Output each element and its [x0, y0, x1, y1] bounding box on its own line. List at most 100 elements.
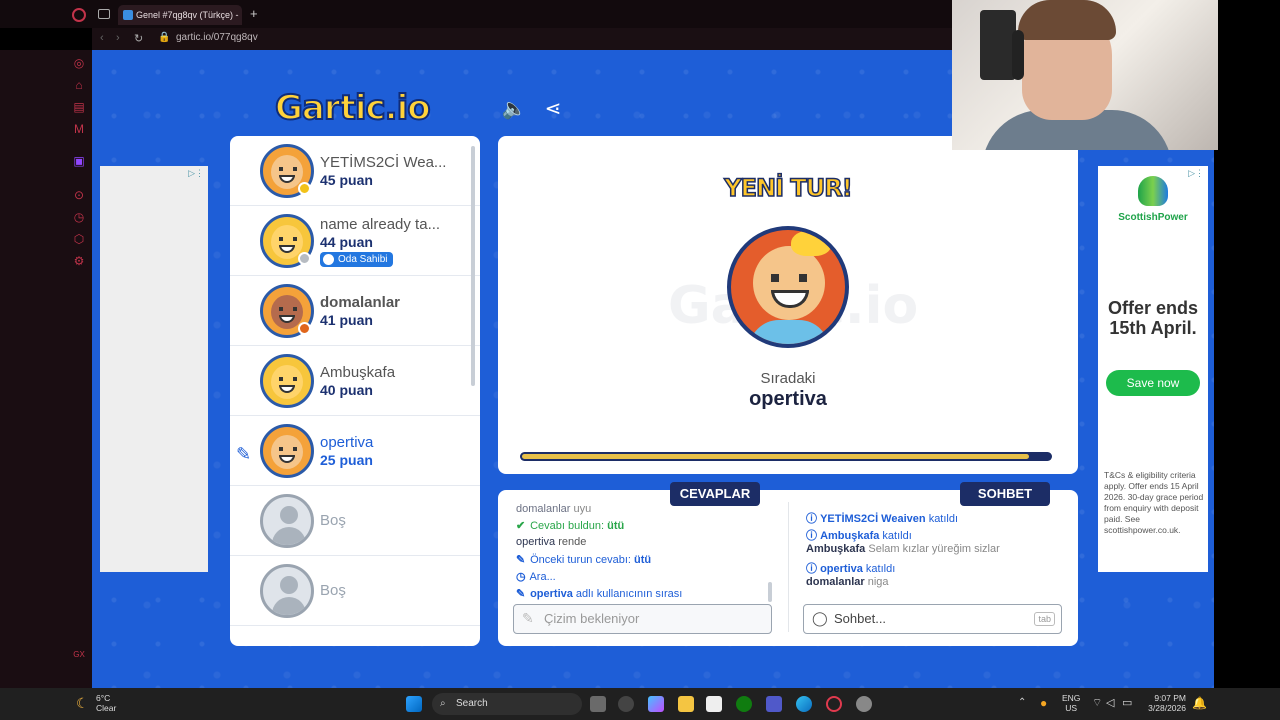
ad-brand: ScottishPower: [1118, 212, 1188, 223]
history-icon[interactable]: ◷: [72, 210, 86, 224]
answer-message: ◷ Ara...: [516, 571, 556, 583]
forward-icon[interactable]: ›: [116, 32, 120, 44]
round-timer-bar: [520, 452, 1052, 461]
chat-input[interactable]: ◯ Sohbet... tab: [803, 604, 1062, 634]
empty-slot-label: Boş: [320, 512, 346, 529]
language-indicator[interactable]: ENG US: [1062, 693, 1080, 713]
volume-icon[interactable]: ◁: [1106, 696, 1114, 709]
wifi-icon[interactable]: ⌔: [1092, 696, 1102, 710]
store-icon[interactable]: [706, 696, 722, 712]
url-field[interactable]: gartic.io/077qg8qv: [176, 32, 258, 43]
bag-icon[interactable]: ⌂: [72, 78, 86, 92]
level-dot-icon: [298, 252, 311, 265]
room-owner-badge: Oda Sahibi: [320, 252, 394, 267]
sound-icon[interactable]: 🔈: [501, 96, 527, 122]
moon-weather-icon[interactable]: ☾: [76, 695, 89, 712]
pencil-icon: ✎: [516, 588, 526, 600]
check-icon: ✔: [516, 520, 526, 532]
next-label: Sıradaki: [760, 370, 816, 387]
adchoices-icon[interactable]: ▷⋮: [188, 168, 204, 179]
empty-slot: Boş: [230, 556, 480, 626]
task-view-icon[interactable]: [590, 696, 606, 712]
ad-save-now-button[interactable]: Save now: [1106, 370, 1200, 396]
teams-icon[interactable]: [766, 696, 782, 712]
player-row[interactable]: name already ta... 44 puan Oda Sahibi: [230, 206, 480, 276]
show-hidden-icons[interactable]: ⌃: [1018, 697, 1026, 708]
tab-title: Genel #7qg8qv (Türkçe) -: [136, 10, 239, 20]
answer-message: opertiva rende: [516, 536, 587, 548]
player-row[interactable]: Ambuşkafa 40 puan: [230, 346, 480, 416]
gartic-favicon-icon: [123, 10, 133, 20]
tab-key-hint: tab: [1034, 612, 1055, 626]
player-score: 41 puan: [320, 312, 373, 328]
ad-left[interactable]: ▷⋮: [100, 166, 208, 572]
tab-answers[interactable]: CEVAPLAR: [670, 482, 760, 506]
gx-icon[interactable]: GX: [72, 648, 86, 662]
back-icon[interactable]: ‹: [100, 32, 104, 44]
empty-slot: Boş: [230, 486, 480, 556]
edge-icon[interactable]: [796, 696, 812, 712]
mail-icon[interactable]: M: [72, 122, 86, 136]
battery-icon[interactable]: ▭: [1122, 696, 1132, 709]
microphone-icon[interactable]: ●: [1040, 696, 1047, 710]
dell-icon[interactable]: [618, 696, 634, 712]
player-icon[interactable]: ⊙: [72, 188, 86, 202]
owner-icon: [323, 254, 334, 265]
scottishpower-logo-icon: [1138, 176, 1168, 206]
twitch-icon[interactable]: ▣: [72, 154, 86, 168]
notification-icon[interactable]: 🔔: [1192, 696, 1207, 710]
player-score: 40 puan: [320, 382, 373, 398]
workspaces-icon[interactable]: [98, 9, 110, 19]
extensions-icon[interactable]: ⬡: [72, 232, 86, 246]
messenger-icon[interactable]: ▤: [72, 100, 86, 114]
player-list-scrollbar[interactable]: [471, 146, 475, 386]
player-list: YETİMS2Cİ Wea... 45 puan name already ta…: [230, 136, 480, 646]
tab-strip: Genel #7qg8qv (Türkçe) - +: [0, 0, 952, 28]
chat-message: ⓘ Ambuşkafa katıldı: [806, 527, 912, 543]
taskbar-search[interactable]: ⌕ Search: [432, 693, 582, 715]
canvas-card: Gartic.io YENİ TUR! Sıradaki opertiva: [498, 136, 1078, 474]
answers-chat-card: CEVAPLAR SOHBET domalanlar uyu ✔ Cevabı …: [498, 482, 1078, 646]
opera-gx-icon[interactable]: [826, 696, 842, 712]
reload-icon[interactable]: ↻: [134, 32, 143, 45]
info-icon: ⓘ: [806, 513, 817, 525]
gartic-logo[interactable]: Gartic.io: [274, 87, 432, 129]
adchoices-icon[interactable]: ▷⋮: [1188, 168, 1204, 179]
weather-widget[interactable]: 6°C Clear: [96, 693, 116, 713]
settings-icon[interactable]: ⚙: [72, 254, 86, 268]
player-row[interactable]: YETİMS2Cİ Wea... 45 puan: [230, 136, 480, 206]
headphones: [1012, 30, 1024, 80]
tab-chat[interactable]: SOHBET: [960, 482, 1050, 506]
share-icon[interactable]: ⋖: [540, 96, 566, 122]
level-dot-icon: [298, 322, 311, 335]
copilot-icon[interactable]: [648, 696, 664, 712]
taskbar: ☾ 6°C Clear ⌕ Search ⌃ ● ENG US ⌔ ◁ ▭ 9:…: [0, 688, 1280, 720]
answers-scrollbar[interactable]: [768, 582, 772, 602]
answer-message: domalanlar uyu: [516, 503, 592, 515]
answer-input[interactable]: ✎ Çizim bekleniyor: [513, 604, 772, 634]
player-name: domalanlar: [320, 294, 401, 311]
chat-message: ⓘ opertiva katıldı: [806, 560, 895, 576]
ad-headline: Offer ends 15th April.: [1107, 298, 1199, 338]
player-name: YETİMS2Cİ Wea...: [320, 154, 447, 171]
windows-start-icon[interactable]: [406, 696, 422, 712]
clock-icon: ◷: [516, 571, 526, 583]
browser-tab[interactable]: Genel #7qg8qv (Türkçe) -: [118, 5, 242, 25]
xbox-icon[interactable]: [736, 696, 752, 712]
avatar: [260, 354, 314, 408]
clock[interactable]: 9:07 PM 3/28/2026: [1146, 693, 1186, 713]
player-row-current[interactable]: ✎ opertiva 25 puan: [230, 416, 480, 486]
ad-right[interactable]: ▷⋮ ScottishPower Offer ends 15th April. …: [1098, 166, 1208, 572]
opera-sidebar: ◎ ⌂ ▤ M ▣ ⊙ ◷ ⬡ ⚙ GX: [0, 50, 92, 688]
file-explorer-icon[interactable]: [678, 696, 694, 712]
webcam-overlay: [952, 0, 1218, 150]
settings-app-icon[interactable]: [856, 696, 872, 712]
new-tab-button[interactable]: +: [250, 6, 258, 21]
info-icon: ⓘ: [806, 563, 817, 575]
player-row[interactable]: domalanlar 41 puan: [230, 276, 480, 346]
ai-icon[interactable]: ◎: [72, 56, 86, 70]
answer-message: ✎ Önceki turun cevabı: ütü: [516, 554, 652, 566]
opera-icon[interactable]: [72, 8, 86, 22]
chat-message: Ambuşkafa Selam kızlar yüreğim sizlar: [806, 543, 1000, 555]
chat-message: domalanlar niga: [806, 576, 889, 588]
